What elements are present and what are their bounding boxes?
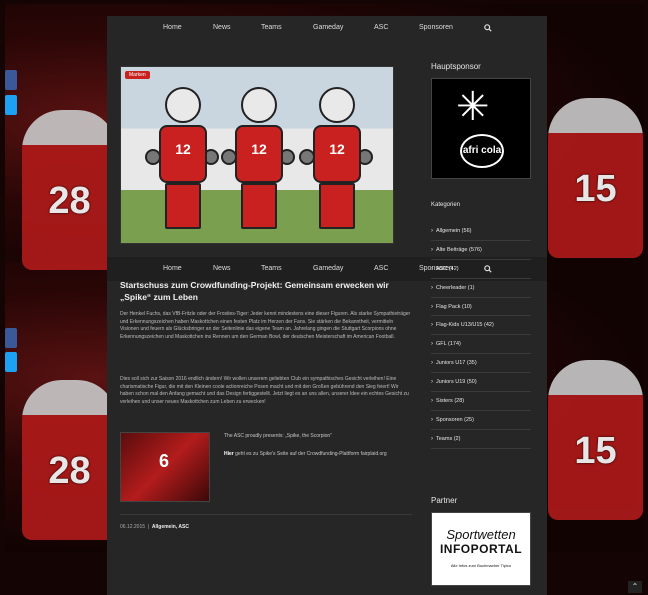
mascot-figure: 12 — [221, 87, 295, 237]
nav-item-asc[interactable]: ASC — [374, 24, 388, 31]
nav-item-asc[interactable]: ASC — [374, 265, 388, 272]
link-label[interactable]: Hier — [224, 451, 234, 457]
main-nav: Home News Teams Gameday ASC Sponsoren — [107, 16, 547, 40]
category-item[interactable]: › Flag-Kids U13/U15 (42) — [431, 316, 531, 336]
category-label: Juniors U17 (35) — [436, 360, 477, 367]
jersey-number: 12 — [329, 141, 345, 157]
sponsor-heading: Hauptsponsor — [431, 62, 481, 71]
category-label: Allgemein (56) — [436, 227, 472, 234]
chevron-right-icon: › — [431, 397, 433, 404]
category-item[interactable]: › Teams (2) — [431, 430, 531, 449]
chevron-right-icon: › — [431, 435, 433, 442]
category-item[interactable]: › Juniors U17 (35) — [431, 354, 531, 374]
nav-item-news[interactable]: News — [213, 24, 231, 31]
background-player: 15 — [548, 360, 643, 520]
post-categories[interactable]: Allgemein, ASC — [152, 524, 189, 530]
chevron-right-icon: › — [431, 227, 433, 234]
category-item[interactable]: › Sisters (28) — [431, 392, 531, 411]
category-label: Teams (2) — [436, 435, 461, 442]
category-label: Juniors U19 (50) — [436, 379, 477, 386]
category-label: Cheerleader (1) — [436, 284, 475, 291]
post-meta: 06.12.2015 | Allgemein, ASC — [120, 524, 189, 530]
background-player: 28 — [22, 110, 117, 270]
category-label: Alte Beiträge (576) — [436, 246, 482, 253]
category-list: › Allgemein (56) › Alte Beiträge (576) › AS… — [431, 222, 531, 449]
player-number: 28 — [48, 450, 91, 492]
post-date: 06.12.2015 — [120, 524, 146, 530]
background-player: 28 — [22, 380, 117, 540]
chevron-up-icon[interactable]: ⌃ — [628, 581, 642, 593]
player-number: 15 — [574, 168, 617, 210]
category-item[interactable]: › Sponsoren (25) — [431, 411, 531, 430]
article-title[interactable]: Startschuss zum Crowdfunding-Projekt: Ge… — [120, 279, 410, 303]
category-label: Flag Pack (10) — [436, 303, 472, 310]
partner-line2: INFOPORTAL — [439, 542, 523, 556]
article-paragraph: Dies soll sich zur Saison 2016 endlich ä… — [120, 376, 409, 405]
article-thumbnail[interactable]: 6 — [120, 432, 210, 502]
facebook-share-icon[interactable] — [5, 328, 17, 348]
nav-item-teams[interactable]: Teams — [261, 265, 282, 272]
category-label: Sisters (28) — [436, 397, 465, 404]
player-number: 15 — [574, 430, 617, 472]
chevron-right-icon: › — [431, 303, 433, 310]
thumb-jersey-number: 6 — [159, 451, 170, 471]
category-label: GFL (174) — [436, 341, 461, 348]
chevron-right-icon: › — [431, 322, 433, 329]
article-paragraph: Der Henkel Fuchs, das VfB-Fritzle oder d… — [120, 311, 411, 340]
nav-item-home[interactable]: Home — [163, 265, 182, 272]
category-label: Flag-Kids U13/U15 (42) — [436, 322, 494, 329]
chevron-right-icon: › — [431, 284, 433, 291]
category-label: Sponsoren (25) — [436, 416, 474, 423]
nav-item-teams[interactable]: Teams — [261, 24, 282, 31]
partner-line1: Sportwetten — [446, 527, 516, 542]
chevron-right-icon: › — [431, 379, 433, 386]
crowdfunding-link[interactable]: Hier geht es zu Spike's Seite auf der Cr… — [224, 450, 409, 458]
nav-item-gameday[interactable]: Gameday — [313, 265, 343, 272]
chevron-right-icon: › — [431, 341, 433, 348]
category-item[interactable]: › Alte Beiträge (576) — [431, 241, 531, 260]
category-item[interactable]: › Flag Pack (10) — [431, 298, 531, 317]
sponsor-logo[interactable]: ✳ afri cola — [431, 78, 531, 179]
partner-heading: Partner — [431, 496, 458, 505]
background-player: 15 — [548, 98, 643, 258]
divider — [120, 514, 412, 515]
nav-item-sponsoren[interactable]: Sponsoren — [419, 24, 453, 31]
player-number: 28 — [48, 180, 91, 222]
thumbnail-caption: The ASC proudly presents: „Spike, the Sc… — [224, 433, 332, 439]
categories-heading: Kategorien — [431, 202, 461, 208]
hero-image[interactable]: Marken 12 12 12 — [120, 66, 394, 244]
twitter-share-icon[interactable] — [5, 352, 17, 372]
category-item[interactable]: › Cheerleader (1) — [431, 279, 531, 298]
facebook-share-icon[interactable] — [5, 70, 17, 90]
category-label: ASC (42) — [436, 265, 459, 272]
nav-item-gameday[interactable]: Gameday — [313, 24, 343, 31]
nav-item-home[interactable]: Home — [163, 24, 182, 31]
partner-banner[interactable]: Sportwetten INFOPORTAL Alle Infos zum Bu… — [431, 512, 531, 586]
chevron-right-icon: › — [431, 246, 433, 253]
category-item[interactable]: › Allgemein (56) — [431, 222, 531, 241]
chevron-right-icon: › — [431, 265, 433, 272]
link-text: geht es zu Spike's Seite auf der Crowdfu… — [235, 451, 387, 457]
twitter-share-icon[interactable] — [5, 95, 17, 115]
jersey-number: 12 — [175, 141, 191, 157]
category-item[interactable]: › GFL (174) — [431, 335, 531, 355]
search-icon[interactable] — [484, 24, 492, 34]
chevron-right-icon: › — [431, 360, 433, 367]
jersey-number: 12 — [251, 141, 267, 157]
chevron-right-icon: › — [431, 416, 433, 423]
category-tag[interactable]: Marken — [125, 71, 150, 79]
partner-line3: Alle Infos zum Buchmacher Tipico — [450, 563, 512, 568]
nav-item-news[interactable]: News — [213, 265, 231, 272]
category-item[interactable]: › ASC (42) — [431, 260, 531, 279]
category-item[interactable]: › Juniors U19 (50) — [431, 373, 531, 393]
sponsor-brand: afri cola — [460, 134, 504, 168]
page: 28 15 28 15 Home News Teams Gameday ASC … — [0, 0, 648, 595]
mascot-figure: 12 — [145, 87, 219, 237]
mascot-figure: 12 — [299, 87, 373, 237]
palm-tree-icon: ✳ — [456, 85, 490, 129]
